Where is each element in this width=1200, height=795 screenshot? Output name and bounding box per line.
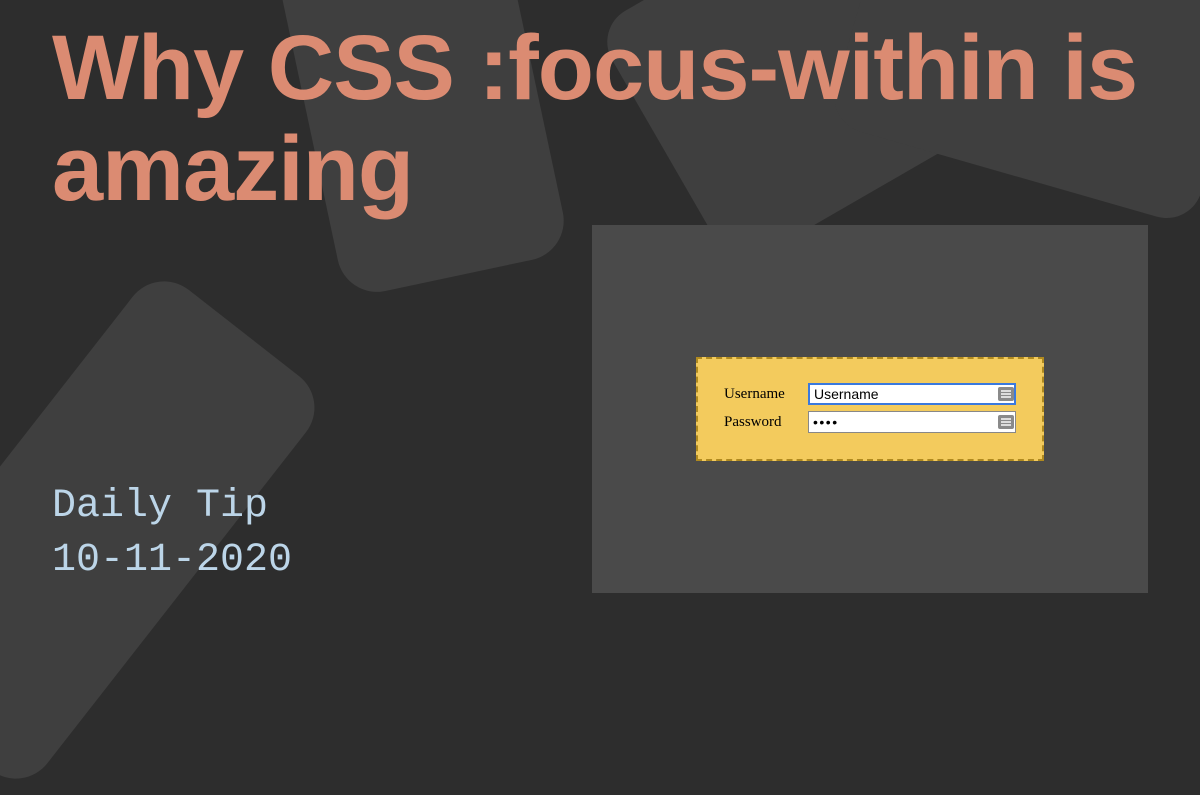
- preview-panel: Username Password: [592, 225, 1148, 593]
- meta-date: 10-11-2020: [52, 534, 292, 588]
- password-input[interactable]: [808, 411, 1016, 433]
- username-input[interactable]: [808, 383, 1016, 405]
- page-title: Why CSS :focus-within is amazing: [52, 18, 1200, 220]
- meta-category: Daily Tip: [52, 480, 292, 534]
- password-input-wrap: [808, 411, 1016, 433]
- password-label: Password: [724, 414, 798, 431]
- username-row: Username: [724, 383, 1016, 405]
- password-row: Password: [724, 411, 1016, 433]
- keychain-icon[interactable]: [998, 415, 1014, 429]
- username-label: Username: [724, 386, 798, 403]
- keychain-icon[interactable]: [998, 387, 1014, 401]
- login-form: Username Password: [696, 357, 1044, 461]
- username-input-wrap: [808, 383, 1016, 405]
- meta-block: Daily Tip 10-11-2020: [52, 480, 292, 588]
